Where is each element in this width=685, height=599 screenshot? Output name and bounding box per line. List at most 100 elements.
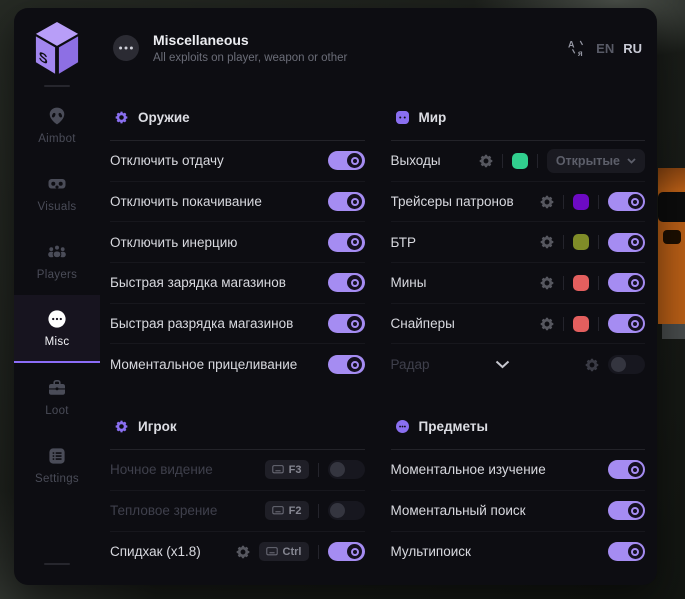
divider	[537, 154, 538, 168]
sidebar-item-aimbot[interactable]: Aimbot	[14, 91, 100, 159]
gear-icon	[115, 111, 128, 124]
row-no-recoil: Отключить отдачу	[110, 141, 365, 182]
toggle-knob	[347, 235, 362, 250]
toggle-mines[interactable]	[608, 273, 645, 292]
section-items-header: Предметы	[391, 403, 646, 450]
sidebar: S G Aimbot Visuals	[14, 8, 100, 585]
color-swatch-snipers[interactable]	[573, 316, 589, 332]
exits-dropdown[interactable]: Открытые	[547, 149, 645, 173]
toggle-knob	[628, 316, 643, 331]
toggle-fast-unload[interactable]	[328, 314, 365, 333]
chevron-down-icon	[627, 158, 636, 164]
sidebar-item-settings[interactable]: Settings	[14, 431, 100, 499]
row-no-sway: Отключить покачивание	[110, 182, 365, 223]
section-weapon-header: Оружие	[110, 94, 365, 141]
dots-circle-icon	[47, 309, 67, 329]
sidebar-item-loot[interactable]: Loot	[14, 363, 100, 431]
keyboard-icon	[266, 547, 278, 556]
keyboard-icon	[272, 506, 284, 515]
hotkey-badge[interactable]: F3	[265, 460, 309, 479]
sidebar-item-players[interactable]: Players	[14, 227, 100, 295]
toggle-knob	[628, 503, 643, 518]
toggle-knob	[628, 462, 643, 477]
sidebar-item-misc[interactable]: Misc	[14, 295, 100, 363]
toggle-bullet-tracers[interactable]	[608, 192, 645, 211]
row-settings-gear-icon[interactable]	[540, 276, 554, 290]
toggle-knob	[347, 153, 362, 168]
people-group-icon	[47, 242, 67, 262]
radar-expand-chevron-icon[interactable]	[495, 360, 510, 369]
row-instant-search: Моментальный поиск	[391, 491, 646, 532]
content: Оружие Отключить отдачу Отключить покачи…	[100, 94, 657, 585]
toggle-knob	[628, 235, 643, 250]
vr-goggles-icon	[47, 174, 67, 194]
background-orange-sign	[658, 168, 685, 324]
svg-text:я: я	[578, 49, 583, 57]
toggle-knob	[347, 316, 362, 331]
row-radar: Радар	[391, 344, 646, 385]
toggle-btr[interactable]	[608, 233, 645, 252]
color-swatch-mines[interactable]	[573, 275, 589, 291]
row-snipers: Снайперы	[391, 304, 646, 345]
divider	[318, 463, 319, 477]
divider	[598, 195, 599, 209]
row-bullet-tracers: Трейсеры патронов	[391, 182, 646, 223]
row-instant-research: Моментальное изучение	[391, 450, 646, 491]
lang-en-button[interactable]: EN	[596, 41, 614, 56]
sidebar-item-label: Aimbot	[38, 133, 76, 145]
section-player-header: Игрок	[110, 403, 365, 450]
background-sign-base	[662, 324, 685, 339]
row-settings-gear-icon[interactable]	[236, 545, 250, 559]
sidebar-item-visuals[interactable]: Visuals	[14, 159, 100, 227]
toggle-snipers[interactable]	[608, 314, 645, 333]
divider	[563, 317, 564, 331]
alien-icon	[47, 106, 67, 126]
divider	[563, 235, 564, 249]
toggle-no-inertia[interactable]	[328, 233, 365, 252]
section-world: Мир Выходы Открытые	[391, 94, 646, 385]
toggle-night-vision[interactable]	[328, 460, 365, 479]
section-title: Оружие	[138, 110, 190, 125]
row-settings-gear-icon[interactable]	[540, 235, 554, 249]
hotkey-badge[interactable]: F2	[265, 501, 309, 520]
toggle-instant-research[interactable]	[608, 460, 645, 479]
row-settings-gear-icon[interactable]	[585, 358, 599, 372]
toggle-speedhack[interactable]	[328, 542, 365, 561]
translate-icon: A я	[568, 39, 587, 57]
toggle-knob	[347, 194, 362, 209]
toggle-knob	[628, 544, 643, 559]
toggle-instant-aim[interactable]	[328, 355, 365, 374]
svg-text:A: A	[568, 40, 575, 50]
toggle-no-sway[interactable]	[328, 192, 365, 211]
section-title: Мир	[419, 110, 447, 125]
color-swatch-tracers[interactable]	[573, 194, 589, 210]
toggle-fast-reload[interactable]	[328, 273, 365, 292]
toggle-radar[interactable]	[608, 355, 645, 374]
row-no-inertia: Отключить инерцию	[110, 222, 365, 263]
hotkey-badge[interactable]: Ctrl	[259, 542, 309, 561]
lang-ru-button[interactable]: RU	[623, 41, 642, 56]
misc-dots-icon	[112, 34, 140, 62]
color-swatch-exits[interactable]	[512, 153, 528, 169]
row-settings-gear-icon[interactable]	[479, 154, 493, 168]
page-header: Miscellaneous All exploits on player, we…	[100, 8, 657, 94]
row-settings-gear-icon[interactable]	[540, 195, 554, 209]
row-settings-gear-icon[interactable]	[540, 317, 554, 331]
toggle-no-recoil[interactable]	[328, 151, 365, 170]
cheat-menu-window: S G Aimbot Visuals	[14, 8, 657, 585]
sidebar-item-label: Misc	[45, 336, 70, 348]
toggle-multi-search[interactable]	[608, 542, 645, 561]
color-swatch-btr[interactable]	[573, 234, 589, 250]
divider	[563, 195, 564, 209]
divider	[598, 317, 599, 331]
left-column: Оружие Отключить отдачу Отключить покачи…	[110, 94, 365, 585]
section-weapon: Оружие Отключить отдачу Отключить покачи…	[110, 94, 365, 385]
section-title: Предметы	[419, 419, 488, 434]
toggle-thermal-vision[interactable]	[328, 501, 365, 520]
toggle-knob	[628, 275, 643, 290]
toggle-instant-search[interactable]	[608, 501, 645, 520]
language-switcher: A я EN RU	[568, 39, 642, 57]
row-exits: Выходы Открытые	[391, 141, 646, 182]
section-title: Игрок	[138, 419, 177, 434]
row-instant-aim: Моментальное прицеливание	[110, 344, 365, 385]
